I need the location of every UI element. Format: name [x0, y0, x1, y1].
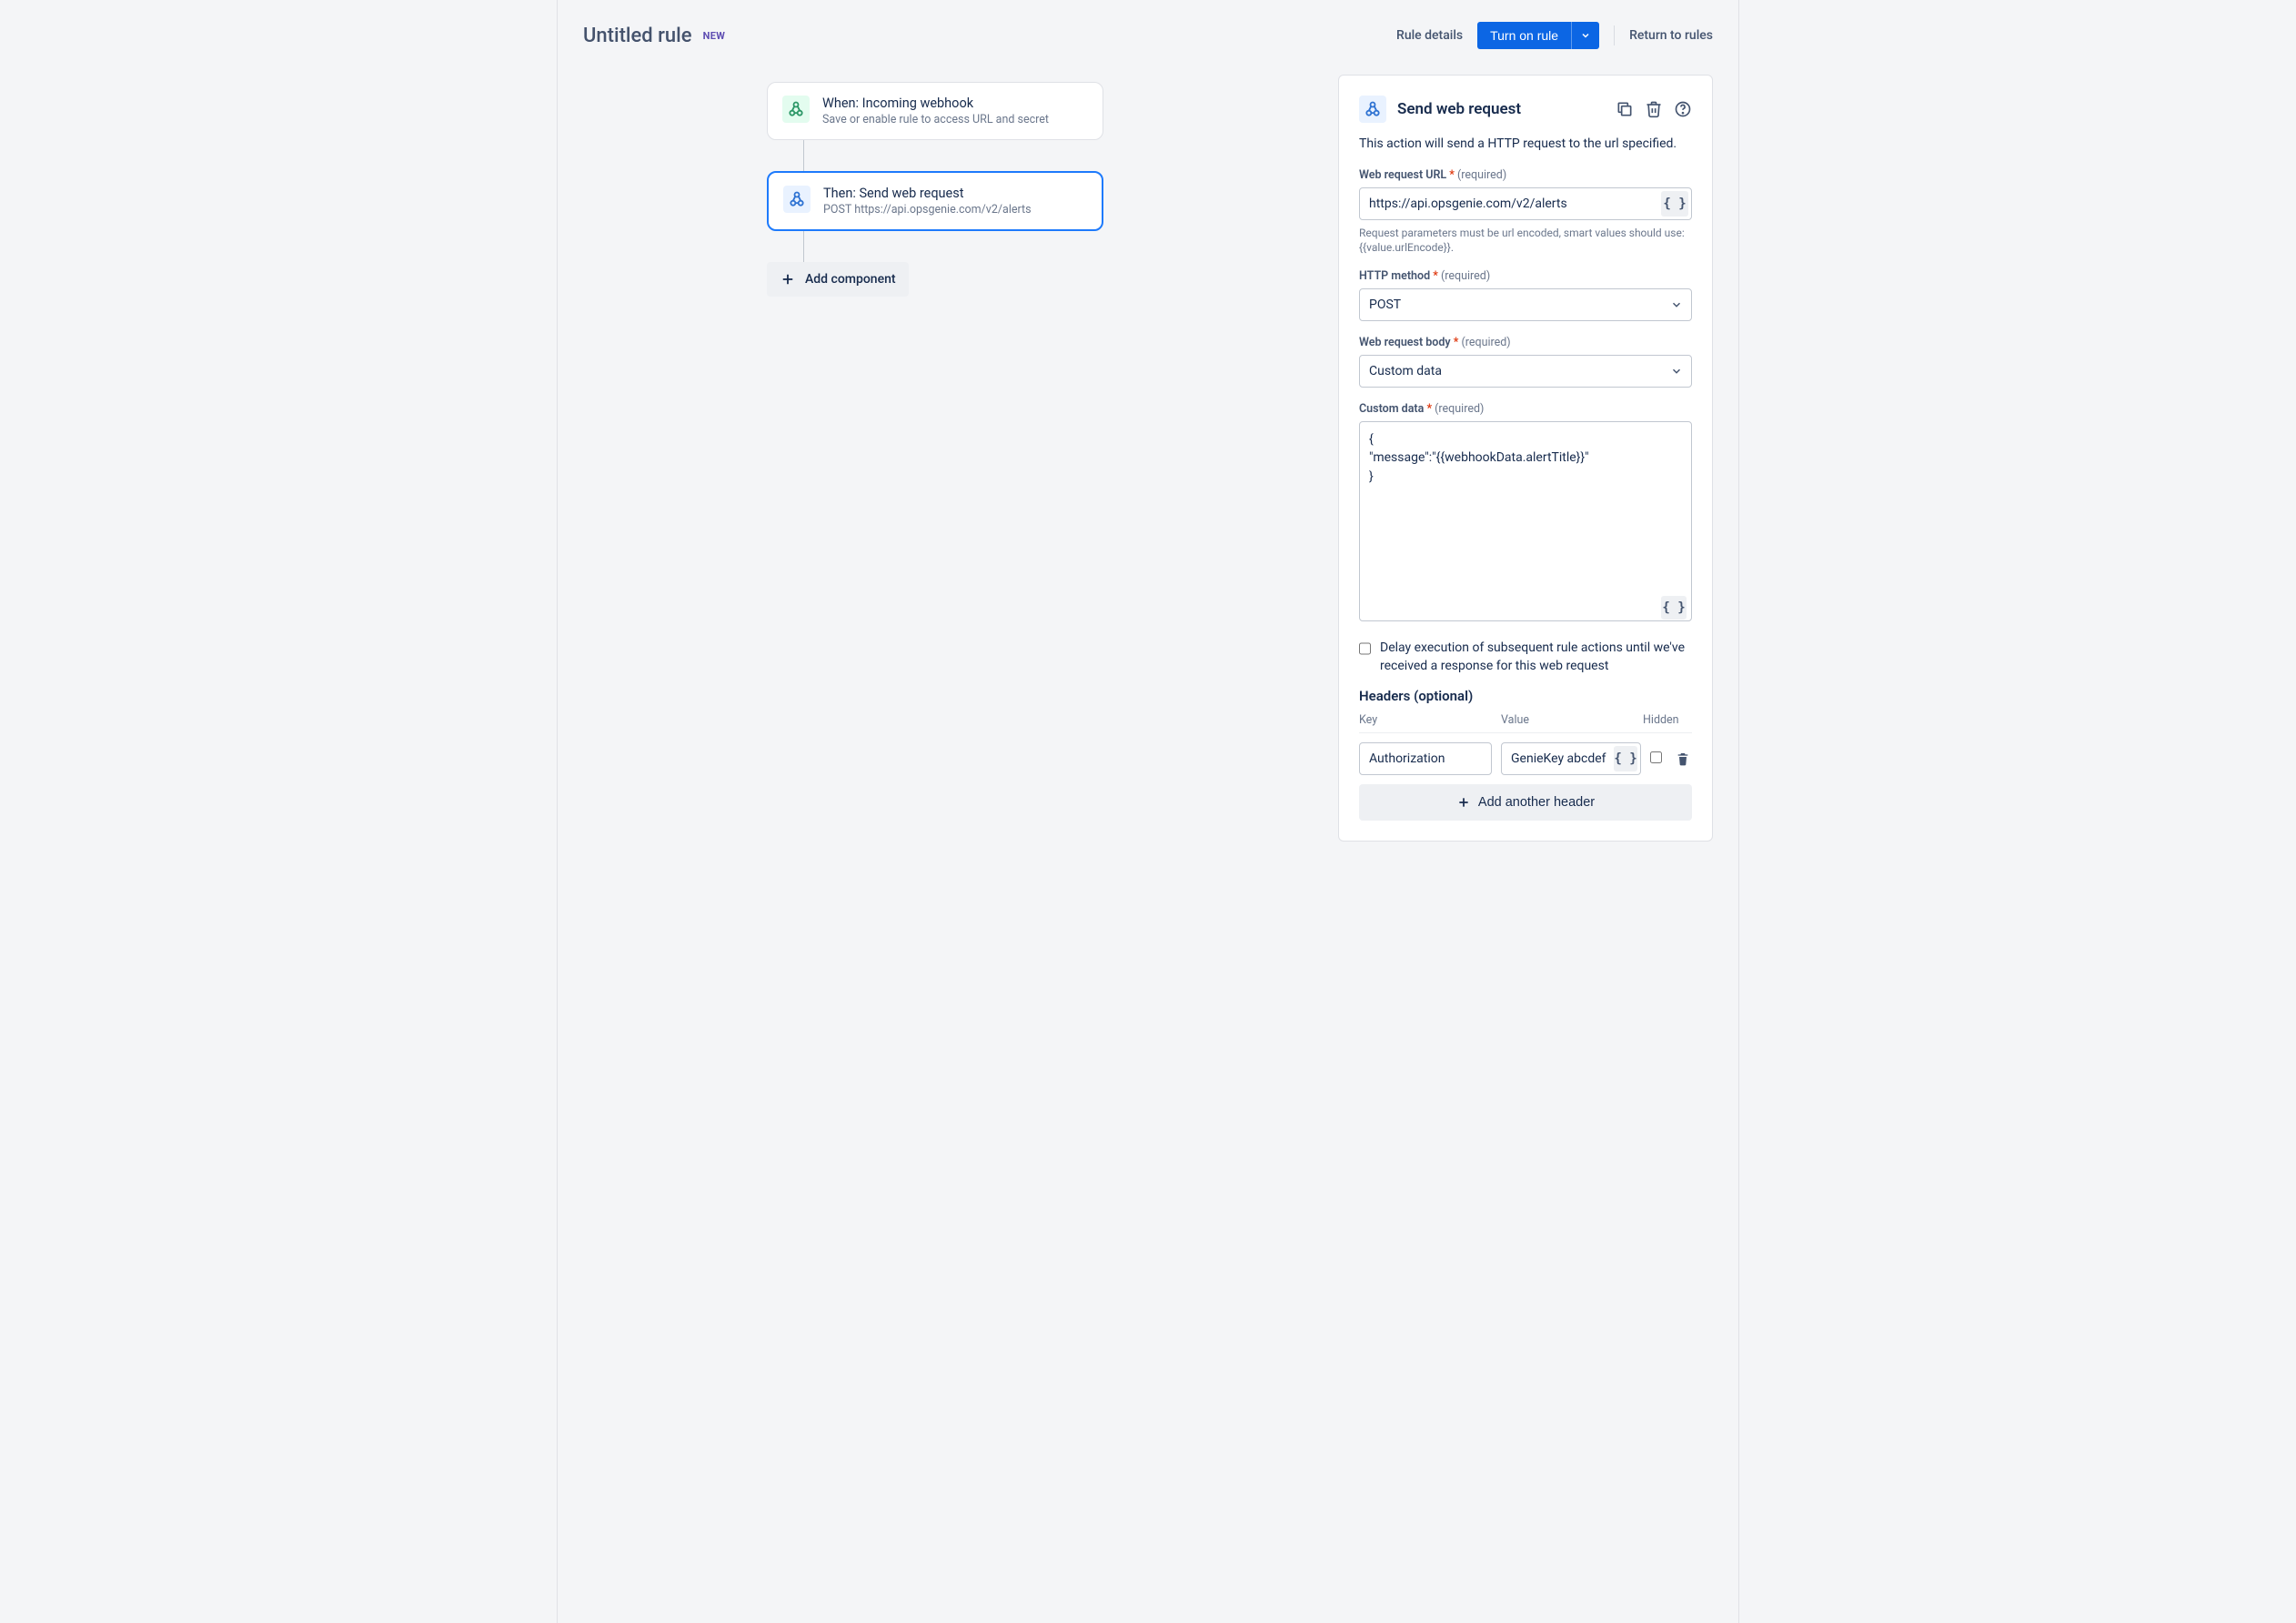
copy-icon — [1616, 100, 1634, 118]
url-help-text: Request parameters must be url encoded, … — [1359, 226, 1692, 255]
delete-button[interactable] — [1645, 100, 1663, 118]
webhook-icon — [782, 96, 810, 123]
chevron-down-icon — [1580, 30, 1591, 41]
custom-data-label: Custom data * (required) — [1359, 402, 1692, 416]
add-component-label: Add component — [805, 272, 896, 287]
method-select[interactable]: POST — [1359, 288, 1692, 321]
action-config-panel: Send web request This action will send a… — [1338, 75, 1713, 842]
return-to-rules-button[interactable]: Return to rules — [1629, 28, 1713, 43]
header-row: { } — [1359, 742, 1692, 775]
add-header-button[interactable]: Add another header — [1359, 784, 1692, 821]
action-node[interactable]: Then: Send web request POST https://api.… — [767, 171, 1103, 231]
header-hidden-checkbox[interactable] — [1650, 751, 1662, 763]
rule-canvas: When: Incoming webhook Save or enable ru… — [583, 75, 1287, 842]
trash-icon — [1645, 100, 1663, 118]
smart-values-button[interactable]: { } — [1614, 746, 1637, 771]
help-button[interactable] — [1674, 100, 1692, 118]
headers-column-header: Key Value Hidden — [1359, 713, 1692, 733]
plus-icon — [780, 271, 796, 287]
headers-title: Headers (optional) — [1359, 688, 1692, 704]
add-component-button[interactable]: Add component — [767, 262, 909, 297]
turn-on-rule-split-button: Turn on rule — [1477, 22, 1599, 49]
trigger-node[interactable]: When: Incoming webhook Save or enable ru… — [767, 82, 1103, 140]
turn-on-rule-dropdown[interactable] — [1571, 22, 1599, 49]
url-label: Web request URL * (required) — [1359, 168, 1692, 182]
trigger-subtitle: Save or enable rule to access URL and se… — [822, 113, 1049, 126]
url-input[interactable] — [1359, 187, 1692, 220]
turn-on-rule-button[interactable]: Turn on rule — [1477, 22, 1571, 49]
body-label: Web request body * (required) — [1359, 336, 1692, 349]
action-title: Then: Send web request — [823, 186, 1032, 201]
method-label: HTTP method * (required) — [1359, 269, 1692, 283]
delay-checkbox[interactable] — [1359, 642, 1371, 655]
add-header-label: Add another header — [1478, 795, 1595, 810]
help-icon — [1674, 100, 1692, 118]
delay-label: Delay execution of subsequent rule actio… — [1380, 640, 1692, 675]
body-select[interactable]: Custom data — [1359, 355, 1692, 388]
top-bar: Untitled rule NEW Rule details Turn on r… — [583, 22, 1713, 49]
panel-description: This action will send a HTTP request to … — [1359, 136, 1692, 154]
custom-data-textarea[interactable] — [1359, 421, 1692, 621]
rule-details-button[interactable]: Rule details — [1396, 28, 1463, 43]
plus-icon — [1456, 795, 1471, 810]
panel-title: Send web request — [1397, 100, 1521, 118]
duplicate-button[interactable] — [1616, 100, 1634, 118]
action-subtitle: POST https://api.opsgenie.com/v2/alerts — [823, 203, 1032, 217]
rule-title: Untitled rule — [583, 25, 692, 47]
smart-values-button[interactable]: { } — [1661, 596, 1687, 620]
connector-line — [803, 140, 804, 171]
header-key-input[interactable] — [1359, 742, 1492, 775]
divider — [1614, 25, 1615, 45]
connector-line — [803, 231, 804, 262]
trash-icon — [1676, 751, 1690, 766]
new-badge: NEW — [701, 28, 728, 44]
trigger-title: When: Incoming webhook — [822, 96, 1049, 111]
web-request-icon — [783, 186, 811, 213]
web-request-icon — [1359, 96, 1386, 123]
header-delete-button[interactable] — [1676, 751, 1692, 766]
smart-values-button[interactable]: { } — [1661, 191, 1688, 217]
